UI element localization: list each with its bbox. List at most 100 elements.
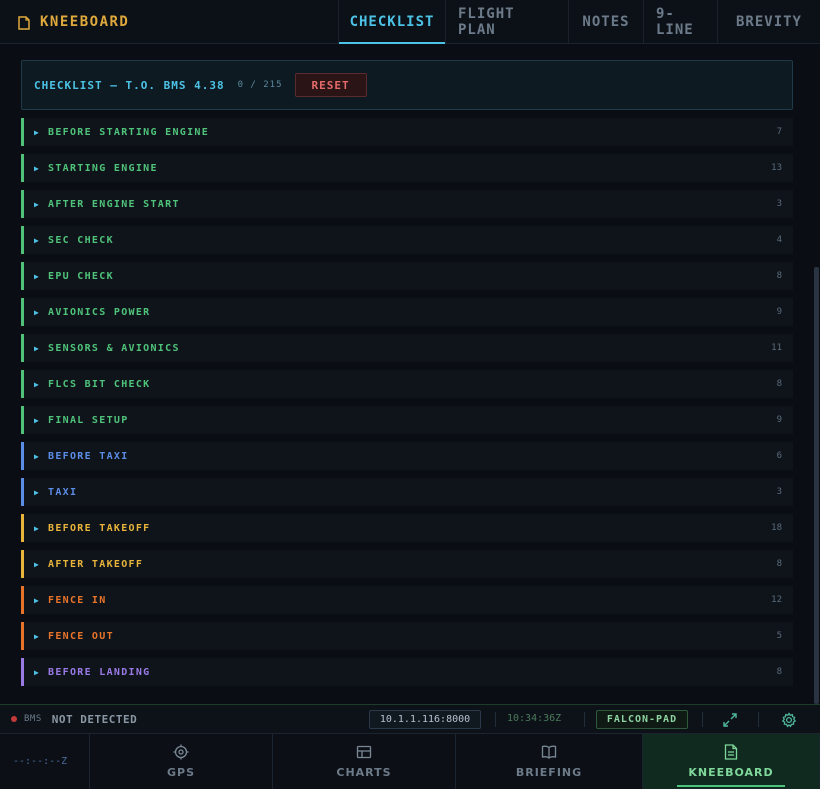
- checklist-progress: 0 / 215: [237, 80, 283, 90]
- nav-kneeboard[interactable]: KNEEBOARD: [643, 734, 820, 789]
- divider: [758, 712, 759, 727]
- checklist-section[interactable]: ▶ AVIONICS POWER 9: [21, 298, 793, 326]
- chevron-right-icon[interactable]: ▶: [34, 308, 44, 317]
- tab-brevity[interactable]: BREVITY: [717, 0, 820, 43]
- chevron-right-icon[interactable]: ▶: [34, 488, 44, 497]
- divider: [584, 712, 585, 727]
- section-name: STARTING ENGINE: [48, 162, 158, 174]
- nav-kneeboard-label: KNEEBOARD: [688, 766, 774, 779]
- section-name: AVIONICS POWER: [48, 306, 151, 318]
- nav-briefing-label: BRIEFING: [515, 766, 583, 779]
- connection-status-dot: [11, 716, 17, 722]
- section-name: BEFORE TAXI: [48, 450, 129, 462]
- section-color-bar: [21, 658, 24, 686]
- checklist-section[interactable]: ▶ FINAL SETUP 9: [21, 406, 793, 434]
- chevron-right-icon[interactable]: ▶: [34, 632, 44, 641]
- section-name: FINAL SETUP: [48, 414, 129, 426]
- checklist-section[interactable]: ▶ EPU CHECK 8: [21, 262, 793, 290]
- gear-icon[interactable]: [781, 712, 797, 728]
- chevron-right-icon[interactable]: ▶: [34, 668, 44, 677]
- checklist-section[interactable]: ▶ AFTER ENGINE START 3: [21, 190, 793, 218]
- section-color-bar: [21, 154, 24, 182]
- section-color-bar: [21, 298, 24, 326]
- section-item-count: 18: [771, 523, 782, 533]
- section-item-count: 8: [776, 667, 782, 677]
- server-address[interactable]: 10.1.1.116:8000: [369, 710, 481, 729]
- checklist-section[interactable]: ▶ FENCE OUT 5: [21, 622, 793, 650]
- section-item-count: 13: [771, 163, 782, 173]
- chevron-right-icon[interactable]: ▶: [34, 452, 44, 461]
- checklist-section[interactable]: ▶ FENCE IN 12: [21, 586, 793, 614]
- reset-button[interactable]: RESET: [294, 73, 367, 97]
- book-icon: [541, 744, 557, 760]
- chevron-right-icon[interactable]: ▶: [34, 380, 44, 389]
- checklist-header: CHECKLIST — T.O. BMS 4.38 0 / 215 RESET: [21, 60, 793, 110]
- brand-title: KNEEBOARD: [40, 13, 130, 30]
- section-item-count: 8: [776, 379, 782, 389]
- chevron-right-icon[interactable]: ▶: [34, 596, 44, 605]
- checklist-section[interactable]: ▶ AFTER TAKEOFF 8: [21, 550, 793, 578]
- section-item-count: 5: [776, 631, 782, 641]
- falcon-pad-badge[interactable]: FALCON-PAD: [596, 710, 688, 729]
- section-name: FENCE OUT: [48, 630, 114, 642]
- checklist-section[interactable]: ▶ TAXI 3: [21, 478, 793, 506]
- section-item-count: 3: [776, 487, 782, 497]
- section-color-bar: [21, 622, 24, 650]
- bms-label: BMS: [24, 714, 42, 724]
- nav-gps[interactable]: GPS: [90, 734, 273, 789]
- section-name: SENSORS & AVIONICS: [48, 342, 180, 354]
- divider: [495, 712, 496, 727]
- bottom-nav: --:--:--Z GPS CHARTS BRIEFING KNEEBOARD: [0, 734, 820, 789]
- section-name: SEC CHECK: [48, 234, 114, 246]
- chevron-right-icon[interactable]: ▶: [34, 272, 44, 281]
- divider: [702, 712, 703, 727]
- section-color-bar: [21, 190, 24, 218]
- chevron-right-icon[interactable]: ▶: [34, 416, 44, 425]
- chevron-right-icon[interactable]: ▶: [34, 524, 44, 533]
- chevron-right-icon[interactable]: ▶: [34, 164, 44, 173]
- status-clock: 10:34:36Z: [507, 713, 562, 724]
- section-item-count: 12: [771, 595, 782, 605]
- document-icon: [18, 15, 30, 30]
- tab-notes[interactable]: NOTES: [568, 0, 643, 43]
- checklist-section[interactable]: ▶ SENSORS & AVIONICS 11: [21, 334, 793, 362]
- section-name: BEFORE STARTING ENGINE: [48, 126, 210, 138]
- chevron-right-icon[interactable]: ▶: [34, 560, 44, 569]
- chevron-right-icon[interactable]: ▶: [34, 200, 44, 209]
- section-item-count: 7: [776, 127, 782, 137]
- tab-9-line[interactable]: 9-LINE: [643, 0, 717, 43]
- scrollbar[interactable]: [813, 45, 820, 704]
- section-name: AFTER ENGINE START: [48, 198, 180, 210]
- section-item-count: 9: [776, 307, 782, 317]
- section-color-bar: [21, 262, 24, 290]
- section-name: BEFORE TAKEOFF: [48, 522, 151, 534]
- nav-charts[interactable]: CHARTS: [273, 734, 456, 789]
- checklist-section[interactable]: ▶ BEFORE STARTING ENGINE 7: [21, 118, 793, 146]
- scrollbar-thumb[interactable]: [814, 267, 819, 704]
- checklist-section[interactable]: ▶ STARTING ENGINE 13: [21, 154, 793, 182]
- checklist-section[interactable]: ▶ SEC CHECK 4: [21, 226, 793, 254]
- tab-checklist[interactable]: CHECKLIST: [338, 0, 445, 44]
- checklist-section[interactable]: ▶ BEFORE LANDING 8: [21, 658, 793, 686]
- chevron-right-icon[interactable]: ▶: [34, 344, 44, 353]
- tab-flight-plan[interactable]: FLIGHT PLAN: [445, 0, 568, 43]
- checklist-section[interactable]: ▶ BEFORE TAKEOFF 18: [21, 514, 793, 542]
- brand: KNEEBOARD: [0, 0, 338, 43]
- section-item-count: 8: [776, 271, 782, 281]
- expand-icon[interactable]: [722, 712, 738, 728]
- section-item-count: 8: [776, 559, 782, 569]
- map-icon: [356, 744, 372, 760]
- section-name: EPU CHECK: [48, 270, 114, 282]
- section-item-count: 3: [776, 199, 782, 209]
- section-item-count: 4: [776, 235, 782, 245]
- bms-state: NOT DETECTED: [51, 712, 138, 726]
- checklist-section[interactable]: ▶ FLCS BIT CHECK 8: [21, 370, 793, 398]
- checklist-section[interactable]: ▶ BEFORE TAXI 6: [21, 442, 793, 470]
- section-item-count: 9: [776, 415, 782, 425]
- chevron-right-icon[interactable]: ▶: [34, 236, 44, 245]
- section-color-bar: [21, 226, 24, 254]
- nav-briefing[interactable]: BRIEFING: [456, 734, 643, 789]
- section-item-count: 11: [771, 343, 782, 353]
- zulu-clock: --:--:--Z: [0, 734, 90, 789]
- chevron-right-icon[interactable]: ▶: [34, 128, 44, 137]
